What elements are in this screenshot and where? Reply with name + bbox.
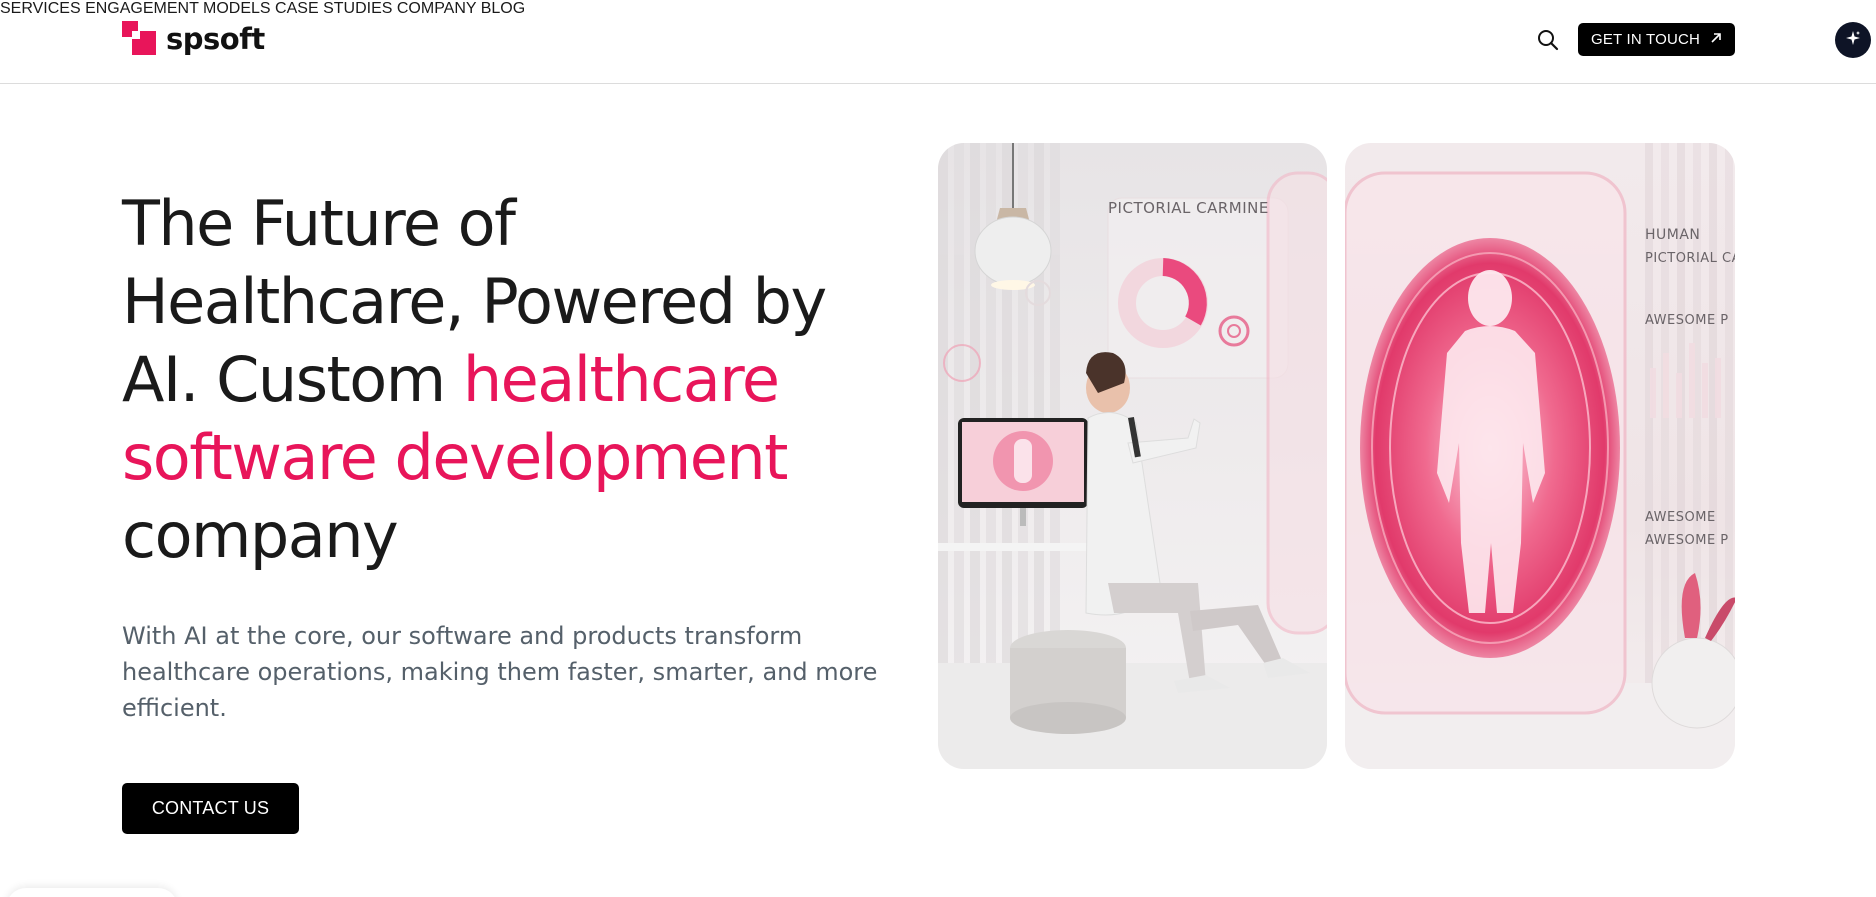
hero-title-accent-1: healthcare bbox=[462, 343, 780, 416]
arrow-up-right-icon bbox=[1710, 31, 1722, 48]
right-image-label-5: AWESOME P bbox=[1645, 533, 1729, 548]
logo[interactable]: spsoft bbox=[122, 21, 265, 57]
hero-title-line5: company bbox=[122, 499, 399, 572]
logo-text: spsoft bbox=[166, 22, 265, 56]
right-image-label-3: AWESOME P bbox=[1645, 313, 1729, 328]
left-image-label: PICTORIAL CARMINE bbox=[1108, 199, 1269, 217]
search-icon[interactable] bbox=[1537, 29, 1559, 51]
get-in-touch-button[interactable]: GET IN TOUCH bbox=[1578, 23, 1735, 56]
right-image-label-1: HUMAN bbox=[1645, 227, 1701, 243]
hero-subtitle: With AI at the core, our software and pr… bbox=[122, 622, 878, 722]
nav-item-blog[interactable]: BLOG bbox=[481, 0, 525, 17]
hero-title: The Future of Healthcare, Powered by AI.… bbox=[122, 185, 922, 575]
sparkle-icon bbox=[1845, 30, 1861, 51]
right-image-label-2: PICTORIAL CA bbox=[1645, 251, 1735, 266]
hero-title-line2: Healthcare, Powered by bbox=[122, 265, 827, 338]
hero-title-line3: AI. Custom bbox=[122, 343, 463, 416]
contact-us-button[interactable]: CONTACT US bbox=[122, 783, 299, 834]
main-nav: SERVICES ENGAGEMENT MODELS CASE STUDIES … bbox=[0, 0, 1876, 18]
nav-item-case-studies[interactable]: CASE STUDIES bbox=[275, 0, 392, 17]
get-in-touch-label: GET IN TOUCH bbox=[1590, 31, 1701, 48]
hero-image-holographic-body: HUMAN PICTORIAL CA AWESOME P AWESOME AWE… bbox=[1345, 143, 1735, 769]
logo-mark-icon bbox=[122, 21, 158, 57]
hero-title-line1: The Future of bbox=[122, 187, 516, 260]
hero-image-doctor: PICTORIAL CARMINE bbox=[938, 143, 1327, 769]
nav-item-company[interactable]: COMPANY bbox=[397, 0, 476, 17]
nav-item-engagement-models[interactable]: ENGAGEMENT MODELS bbox=[85, 0, 271, 17]
chat-widget-edge[interactable] bbox=[6, 888, 178, 897]
hero-title-accent-2: software development bbox=[122, 421, 788, 494]
ai-assistant-button[interactable] bbox=[1835, 22, 1871, 58]
right-image-label-4: AWESOME bbox=[1645, 510, 1716, 525]
site-header: spsoft SERVICES ENGAGEMENT MODELS CASE S… bbox=[0, 0, 1876, 84]
nav-item-services[interactable]: SERVICES bbox=[0, 0, 81, 17]
